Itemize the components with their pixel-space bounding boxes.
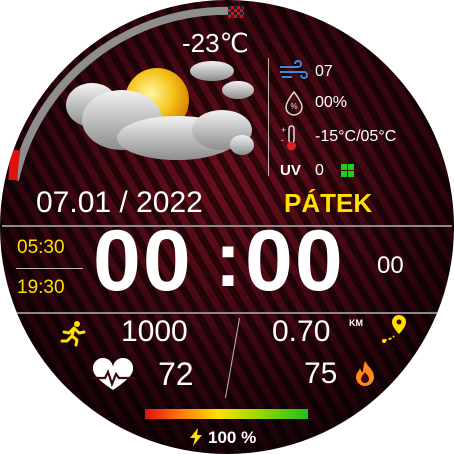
time-seconds: 00: [377, 252, 404, 279]
battery-label: 100 %: [208, 428, 257, 447]
uv-value: 0: [315, 162, 324, 179]
lightning-icon: [190, 428, 202, 446]
svg-text:%: %: [290, 102, 297, 111]
battery-bar: [145, 409, 308, 419]
heart-rate-icon: [91, 357, 135, 390]
temperature-unit: ℃: [219, 28, 249, 58]
heart-rate-value: 72: [158, 356, 194, 392]
temp-range-value: -15°C/05°C: [315, 128, 397, 145]
distance-value: 0.70: [272, 315, 331, 348]
humidity-value: 00%: [315, 94, 348, 111]
map-route-icon: [382, 315, 406, 343]
temperature-readout: -23℃: [182, 28, 249, 59]
time-hours: 00: [93, 213, 193, 309]
flame-icon: [356, 361, 374, 386]
thermometer-icon: + -: [281, 125, 296, 151]
weather-divider: [268, 58, 269, 176]
sun-divider: [16, 268, 83, 269]
svg-text:-: -: [281, 135, 284, 145]
wind-value: 07: [315, 63, 333, 80]
sunrise-time: 05:30: [17, 237, 65, 258]
uv-level-icon: [341, 164, 354, 177]
time-separator: :: [215, 215, 241, 303]
uv-label: UV: [280, 162, 301, 179]
distance-unit: KM: [349, 318, 363, 328]
battery-bar-fill: [145, 409, 308, 419]
temperature-value: -23: [182, 28, 220, 58]
watch-face: -23℃ 07 % 00% + - -15°C/05°C UV 0 07.01 …: [0, 0, 454, 454]
calories-value: 75: [304, 357, 338, 390]
svg-text:+: +: [281, 125, 286, 135]
top-marker-icon: [228, 6, 244, 18]
sunset-time: 19:30: [17, 277, 65, 298]
time-minutes: 00: [245, 213, 345, 309]
humidity-icon: %: [285, 90, 303, 116]
steps-value: 1000: [121, 315, 188, 348]
running-person-icon: [60, 321, 86, 347]
wind-icon: [280, 60, 308, 79]
partly-cloudy-icon: [66, 61, 254, 160]
